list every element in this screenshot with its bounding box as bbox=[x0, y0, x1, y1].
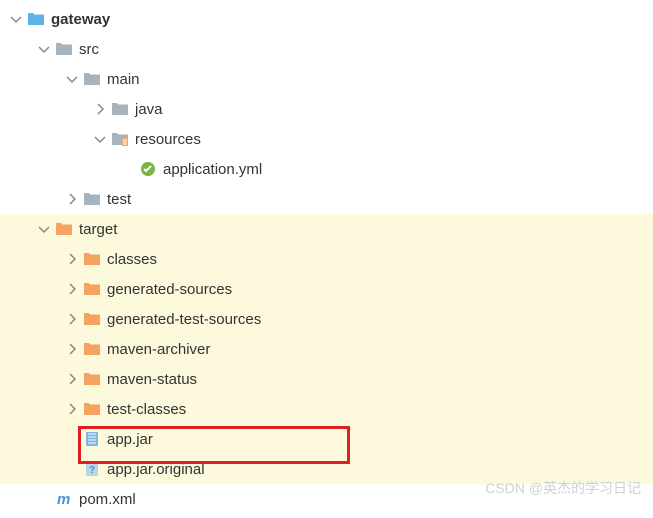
tree-label: generated-sources bbox=[107, 281, 232, 298]
chevron-right-icon[interactable] bbox=[64, 191, 80, 207]
folder-icon bbox=[55, 220, 73, 238]
folder-icon bbox=[83, 190, 101, 208]
tree-label: classes bbox=[107, 251, 157, 268]
tree-item-main[interactable]: main bbox=[0, 64, 653, 94]
folder-icon bbox=[55, 40, 73, 58]
tree-item-test[interactable]: test bbox=[0, 184, 653, 214]
tree-label: test bbox=[107, 191, 131, 208]
tree-item-gateway[interactable]: gateway bbox=[0, 4, 653, 34]
tree-label: generated-test-sources bbox=[107, 311, 261, 328]
tree-label: java bbox=[135, 101, 163, 118]
tree-item-resources[interactable]: resources bbox=[0, 124, 653, 154]
tree-item-maven-archiver[interactable]: maven-archiver bbox=[0, 334, 653, 364]
folder-icon bbox=[83, 250, 101, 268]
folder-icon bbox=[27, 10, 45, 28]
tree-item-java[interactable]: java bbox=[0, 94, 653, 124]
tree-label: app.jar bbox=[107, 431, 153, 448]
tree-label: target bbox=[79, 221, 117, 238]
jar-file-icon bbox=[83, 430, 101, 448]
chevron-right-icon[interactable] bbox=[64, 251, 80, 267]
chevron-down-icon[interactable] bbox=[8, 11, 24, 27]
tree-item-generated-sources[interactable]: generated-sources bbox=[0, 274, 653, 304]
tree-item-app-jar[interactable]: app.jar bbox=[0, 424, 653, 454]
chevron-down-icon[interactable] bbox=[92, 131, 108, 147]
folder-icon bbox=[83, 310, 101, 328]
tree-item-test-classes[interactable]: test-classes bbox=[0, 394, 653, 424]
chevron-down-icon[interactable] bbox=[64, 71, 80, 87]
project-tree: gateway src main java resources applicat… bbox=[0, 0, 653, 518]
tree-label: main bbox=[107, 71, 140, 88]
tree-item-generated-test-sources[interactable]: generated-test-sources bbox=[0, 304, 653, 334]
folder-icon bbox=[83, 400, 101, 418]
tree-item-maven-status[interactable]: maven-status bbox=[0, 364, 653, 394]
yml-file-icon bbox=[139, 160, 157, 178]
tree-item-src[interactable]: src bbox=[0, 34, 653, 64]
tree-label: src bbox=[79, 41, 99, 58]
tree-item-classes[interactable]: classes bbox=[0, 244, 653, 274]
tree-item-target[interactable]: target bbox=[0, 214, 653, 244]
tree-label: maven-status bbox=[107, 371, 197, 388]
tree-label: test-classes bbox=[107, 401, 186, 418]
chevron-down-icon[interactable] bbox=[36, 41, 52, 57]
tree-label: pom.xml bbox=[79, 491, 136, 508]
chevron-right-icon[interactable] bbox=[64, 371, 80, 387]
unknown-file-icon bbox=[83, 460, 101, 478]
folder-icon bbox=[83, 280, 101, 298]
tree-label: resources bbox=[135, 131, 201, 148]
chevron-right-icon[interactable] bbox=[64, 281, 80, 297]
chevron-right-icon[interactable] bbox=[64, 311, 80, 327]
resources-folder-icon bbox=[111, 130, 129, 148]
folder-icon bbox=[83, 70, 101, 88]
watermark: CSDN @英杰的学习日记 bbox=[485, 478, 641, 498]
tree-label: application.yml bbox=[163, 161, 262, 178]
maven-file-icon bbox=[55, 490, 73, 508]
folder-icon bbox=[111, 100, 129, 118]
chevron-down-icon[interactable] bbox=[36, 221, 52, 237]
chevron-right-icon[interactable] bbox=[64, 341, 80, 357]
tree-item-application-yml[interactable]: application.yml bbox=[0, 154, 653, 184]
chevron-right-icon[interactable] bbox=[64, 401, 80, 417]
tree-label: app.jar.original bbox=[107, 461, 205, 478]
tree-label: maven-archiver bbox=[107, 341, 210, 358]
folder-icon bbox=[83, 370, 101, 388]
chevron-right-icon[interactable] bbox=[92, 101, 108, 117]
folder-icon bbox=[83, 340, 101, 358]
tree-label: gateway bbox=[51, 11, 110, 28]
